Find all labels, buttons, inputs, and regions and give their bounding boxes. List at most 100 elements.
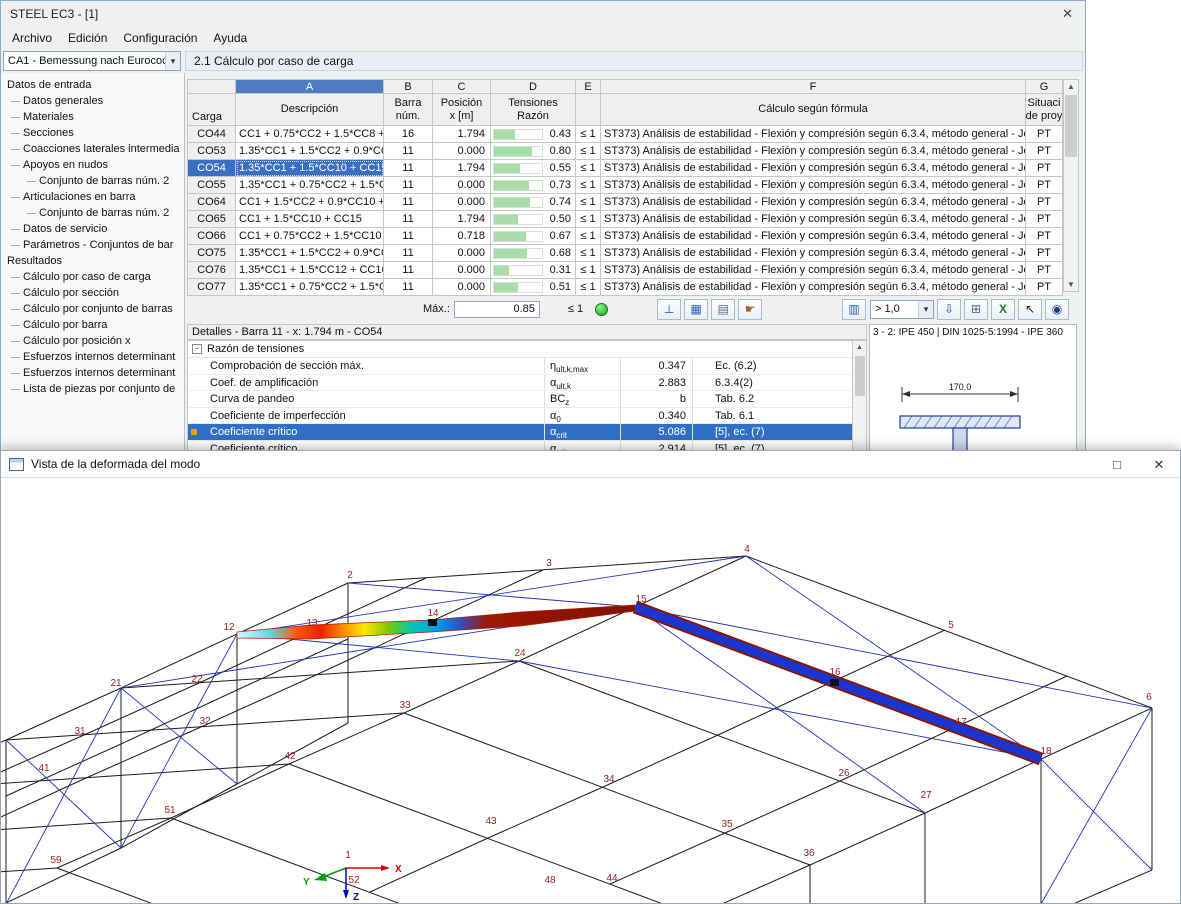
cell-formula[interactable]: ST373) Análisis de estabilidad - Flexión… bbox=[601, 262, 1026, 279]
letter-cell-f[interactable]: F bbox=[601, 79, 1026, 94]
visibility-button[interactable]: ◉ bbox=[1045, 298, 1069, 320]
sidebar-item-esfuerzos-internos-determinant[interactable]: Esfuerzos internos determinant bbox=[1, 365, 184, 381]
menu-ayuda[interactable]: Ayuda bbox=[205, 29, 255, 47]
cell-razon[interactable]: 0.43 bbox=[491, 126, 576, 143]
cell-barra[interactable]: 11 bbox=[384, 228, 433, 245]
cell-razon[interactable]: 0.80 bbox=[491, 143, 576, 160]
chevron-down-icon[interactable]: ▾ bbox=[165, 52, 180, 70]
details-row-coeficiente-critico[interactable]: Coeficiente crítico αcrit 5.086 [5], ec. (7… bbox=[188, 424, 852, 441]
cell-leq[interactable]: ≤ 1 bbox=[576, 177, 601, 194]
cell-leq[interactable]: ≤ 1 bbox=[576, 194, 601, 211]
cell-posicion[interactable]: 0.718 bbox=[433, 228, 491, 245]
viewer-canvas[interactable]: X Y Z 1 2 3 4 5 6 12 13 14 15 16 17 18 21 22 24 26 27 31 32… bbox=[1, 478, 1180, 903]
details-group-row[interactable]: − Razón de tensiones bbox=[188, 341, 852, 358]
cell-razon[interactable]: 0.68 bbox=[491, 245, 576, 262]
cell-leq[interactable]: ≤ 1 bbox=[576, 279, 601, 296]
cell-descripcion[interactable]: 1.35*CC1 + 0.75*CC2 + 1.5*C bbox=[236, 279, 384, 296]
cell-barra[interactable]: 16 bbox=[384, 126, 433, 143]
sidebar-item-calculo-por-posicion-x[interactable]: Cálculo por posición x bbox=[1, 333, 184, 349]
cell-descripcion[interactable]: 1.35*CC1 + 1.5*CC12 + CC16 bbox=[236, 262, 384, 279]
cell-formula[interactable]: ST373) Análisis de estabilidad - Flexión… bbox=[601, 211, 1026, 228]
cell-situacion[interactable]: PT bbox=[1026, 143, 1063, 160]
sidebar-item-secciones[interactable]: Secciones bbox=[1, 125, 184, 141]
sidebar-item-materiales[interactable]: Materiales bbox=[1, 109, 184, 125]
cell-carga[interactable]: CO66 bbox=[187, 228, 236, 245]
viewer-title-bar[interactable]: Vista de la deformada del modo □ ✕ bbox=[1, 451, 1180, 478]
cell-situacion[interactable]: PT bbox=[1026, 177, 1063, 194]
window-split-button[interactable]: ⊞ bbox=[964, 298, 988, 320]
scrollbar-thumb[interactable] bbox=[1065, 95, 1077, 157]
cell-descripcion[interactable]: 1.35*CC1 + 1.5*CC2 + 0.9*CC bbox=[236, 245, 384, 262]
cell-posicion[interactable]: 0.000 bbox=[433, 177, 491, 194]
cell-razon[interactable]: 0.31 bbox=[491, 262, 576, 279]
close-icon[interactable]: ✕ bbox=[1062, 6, 1073, 22]
letter-cell-d[interactable]: D bbox=[491, 79, 576, 94]
cell-situacion[interactable]: PT bbox=[1026, 245, 1063, 262]
result-diagram-button[interactable]: ▦ bbox=[684, 298, 709, 320]
sidebar-item-coacciones-laterales-intermedia[interactable]: Coacciones laterales intermedia bbox=[1, 141, 184, 157]
cell-formula[interactable]: ST373) Análisis de estabilidad - Flexión… bbox=[601, 126, 1026, 143]
cell-descripcion[interactable]: CC1 + 0.75*CC2 + 1.5*CC8 + bbox=[236, 126, 384, 143]
cell-situacion[interactable]: PT bbox=[1026, 228, 1063, 245]
cell-situacion[interactable]: PT bbox=[1026, 211, 1063, 228]
sidebar-item-apoyos-en-nudos[interactable]: Apoyos en nudos bbox=[1, 157, 184, 173]
cell-carga[interactable]: CO64 bbox=[187, 194, 236, 211]
cell-razon[interactable]: 0.67 bbox=[491, 228, 576, 245]
title-bar[interactable]: STEEL EC3 - [1] ✕ bbox=[1, 1, 1085, 27]
cell-descripcion[interactable]: CC1 + 1.5*CC10 + CC15 bbox=[236, 211, 384, 228]
cell-carga[interactable]: CO65 bbox=[187, 211, 236, 228]
scrollbar-thumb[interactable] bbox=[854, 356, 865, 396]
letter-cell-c[interactable]: C bbox=[433, 79, 491, 94]
sidebar-item-calculo-por-barra[interactable]: Cálculo por barra bbox=[1, 317, 184, 333]
cell-posicion[interactable]: 1.794 bbox=[433, 126, 491, 143]
cell-situacion[interactable]: PT bbox=[1026, 126, 1063, 143]
sidebar-item-datos-de-servicio[interactable]: Datos de servicio bbox=[1, 221, 184, 237]
sidebar-item-lista-de-piezas-por-conjunto-de[interactable]: Lista de piezas por conjunto de bbox=[1, 381, 184, 397]
cell-razon[interactable]: 0.50 bbox=[491, 211, 576, 228]
cell-situacion[interactable]: PT bbox=[1026, 262, 1063, 279]
cell-descripcion[interactable]: CC1 + 1.5*CC2 + 0.9*CC10 + bbox=[236, 194, 384, 211]
collapse-icon[interactable]: − bbox=[192, 344, 202, 354]
cell-formula[interactable]: ST373) Análisis de estabilidad - Flexión… bbox=[601, 160, 1026, 177]
letter-cell-g[interactable]: G bbox=[1026, 79, 1063, 94]
details-row-comprobacion-de-seccion-max-[interactable]: Comprobación de sección máx. ηult,k,max 0.… bbox=[188, 358, 852, 375]
cell-razon[interactable]: 0.74 bbox=[491, 194, 576, 211]
letter-cell-a[interactable]: A bbox=[236, 79, 384, 94]
cell-leq[interactable]: ≤ 1 bbox=[576, 228, 601, 245]
threshold-combo[interactable]: > 1,0 ▾ bbox=[870, 299, 934, 319]
cell-situacion[interactable]: PT bbox=[1026, 279, 1063, 296]
cell-posicion[interactable]: 1.794 bbox=[433, 211, 491, 228]
cell-carga[interactable]: CO53 bbox=[187, 143, 236, 160]
menu-configuracion[interactable]: Configuración bbox=[115, 29, 205, 47]
details-row-curva-de-pandeo[interactable]: Curva de pandeo BCz b Tab. 6.2 bbox=[188, 391, 852, 408]
sidebar-item-calculo-por-conjunto-de-barras[interactable]: Cálculo por conjunto de barras bbox=[1, 301, 184, 317]
cell-descripcion[interactable]: 1.35*CC1 + 0.75*CC2 + 1.5*C bbox=[236, 177, 384, 194]
cell-leq[interactable]: ≤ 1 bbox=[576, 245, 601, 262]
sidebar-item-esfuerzos-internos-determinant[interactable]: Esfuerzos internos determinant bbox=[1, 349, 184, 365]
design-case-combo[interactable]: CA1 - Bemessung nach Eurococ ▾ bbox=[3, 51, 181, 71]
scroll-down-icon[interactable]: ▼ bbox=[1067, 278, 1075, 291]
cell-descripcion[interactable]: 1.35*CC1 + 1.5*CC10 + CC15 bbox=[236, 160, 384, 177]
menu-edicion[interactable]: Edición bbox=[60, 29, 115, 47]
result-course-button[interactable]: ⊥ bbox=[657, 298, 682, 320]
chevron-down-icon[interactable]: ▾ bbox=[918, 300, 933, 318]
cell-formula[interactable]: ST373) Análisis de estabilidad - Flexión… bbox=[601, 245, 1026, 262]
sidebar-item-articulaciones-en-barra[interactable]: Articulaciones en barra bbox=[1, 189, 184, 205]
cell-formula[interactable]: ST373) Análisis de estabilidad - Flexión… bbox=[601, 194, 1026, 211]
notes-hand-button[interactable]: ☛ bbox=[738, 298, 763, 320]
cell-formula[interactable]: ST373) Análisis de estabilidad - Flexión… bbox=[601, 143, 1026, 160]
cell-barra[interactable]: 11 bbox=[384, 177, 433, 194]
cell-barra[interactable]: 11 bbox=[384, 143, 433, 160]
cell-descripcion[interactable]: CC1 + 0.75*CC2 + 1.5*CC10 bbox=[236, 228, 384, 245]
cell-formula[interactable]: ST373) Análisis de estabilidad - Flexión… bbox=[601, 177, 1026, 194]
table-scrollbar[interactable]: ▲ ▼ bbox=[1063, 79, 1079, 292]
cell-formula[interactable]: ST373) Análisis de estabilidad - Flexión… bbox=[601, 228, 1026, 245]
cell-situacion[interactable]: PT bbox=[1026, 194, 1063, 211]
sidebar-item-conjunto-de-barras-num-2[interactable]: Conjunto de barras núm. 2 bbox=[1, 173, 184, 189]
cell-carga[interactable]: CO44 bbox=[187, 126, 236, 143]
cell-barra[interactable]: 11 bbox=[384, 211, 433, 228]
details-row-coef-de-amplificacion[interactable]: Coef. de amplificación αult,k 2.883 6.3.4(2… bbox=[188, 374, 852, 391]
cell-leq[interactable]: ≤ 1 bbox=[576, 126, 601, 143]
menu-archivo[interactable]: Archivo bbox=[4, 29, 60, 47]
cell-barra[interactable]: 11 bbox=[384, 279, 433, 296]
